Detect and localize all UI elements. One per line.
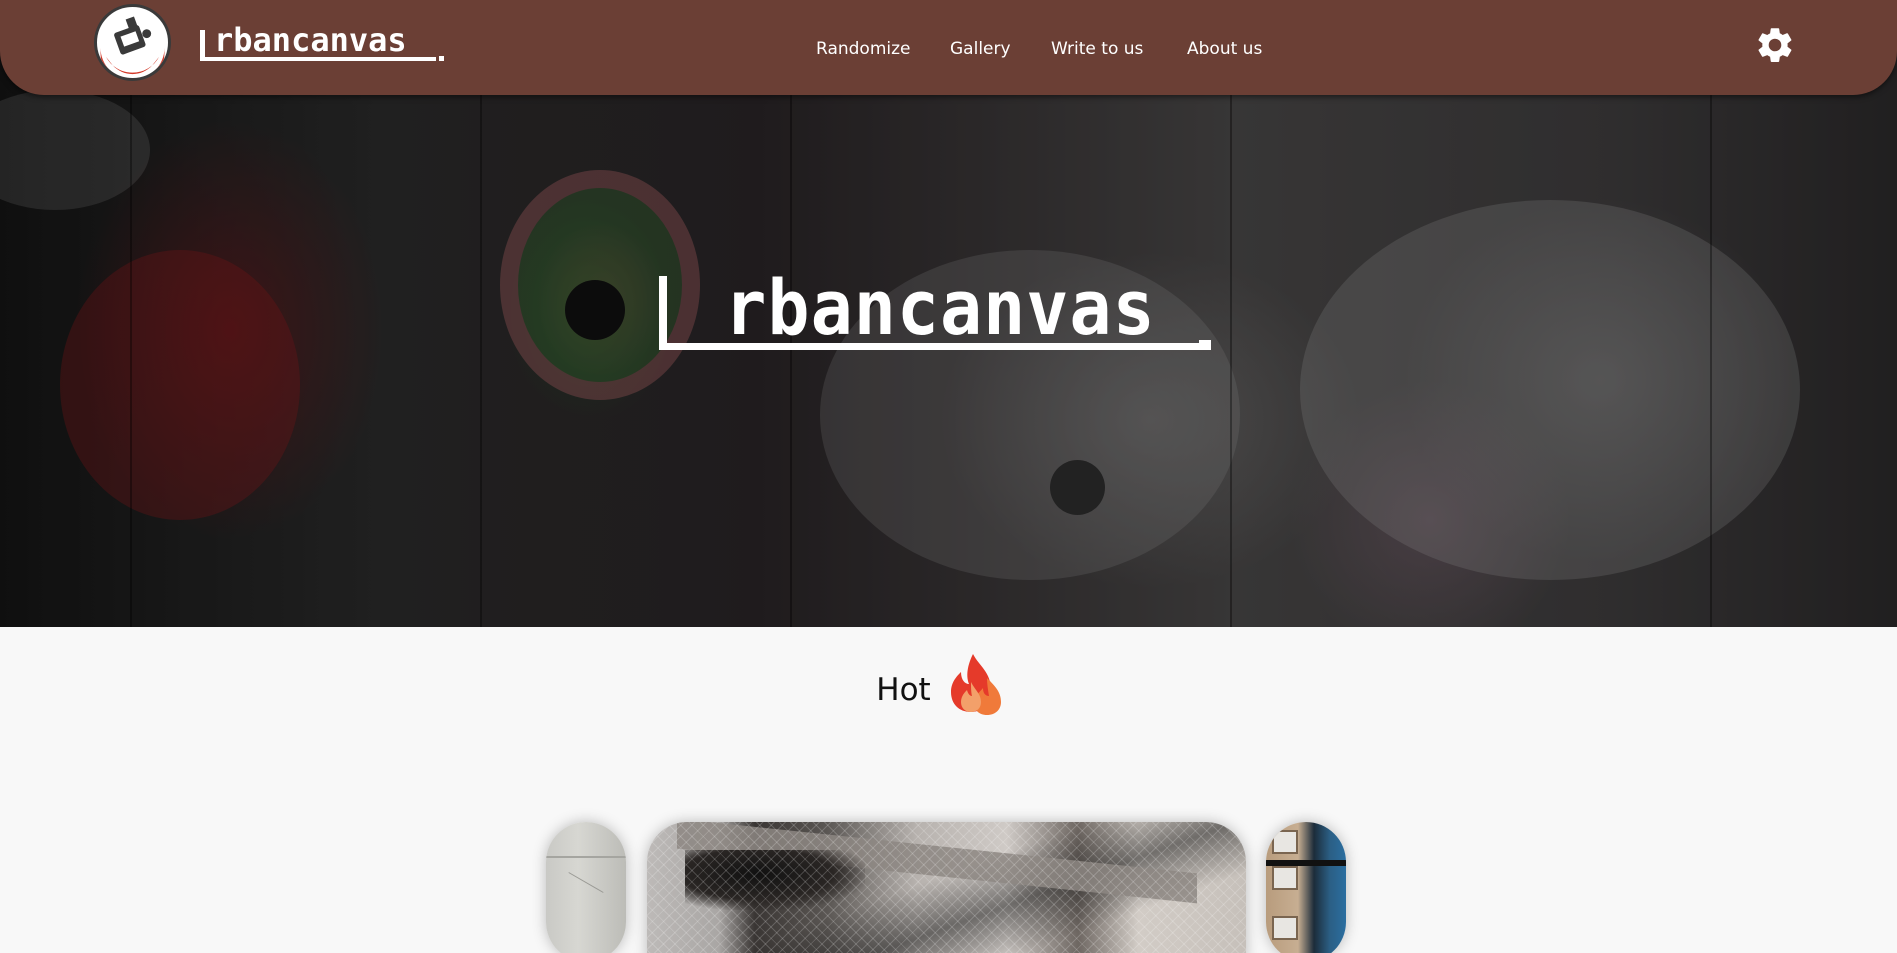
nav-randomize[interactable]: Randomize — [816, 37, 911, 61]
main-nav: Randomize Gallery Write to us About us — [0, 37, 1897, 61]
building-window — [1272, 866, 1298, 890]
nav-gallery[interactable]: Gallery — [950, 37, 1011, 61]
nav-about-us[interactable]: About us — [1187, 37, 1262, 61]
wall-crack — [546, 856, 626, 858]
fire-icon — [950, 654, 1001, 715]
awning — [1266, 860, 1346, 866]
hero-title-text: rbancanvas — [724, 263, 1156, 353]
building-window — [1272, 916, 1298, 940]
hot-heading: Hot — [876, 672, 931, 708]
building-window — [1272, 830, 1298, 854]
navbar: rbancanvas Randomize Gallery Write to us… — [0, 0, 1897, 95]
safety-net — [647, 822, 1246, 953]
carousel-card-previous[interactable] — [546, 822, 626, 953]
hot-section: Hot — [0, 654, 1897, 720]
title-dot — [1199, 340, 1211, 350]
nav-write-to-us[interactable]: Write to us — [1051, 37, 1143, 61]
title-u-bar — [659, 276, 667, 350]
title-underline — [659, 343, 1203, 350]
carousel-card-current[interactable] — [647, 822, 1246, 953]
wall-crack — [568, 872, 604, 893]
gear-icon[interactable] — [1754, 24, 1796, 66]
hero-title: rbancanvas — [655, 262, 1225, 354]
carousel-card-next[interactable] — [1266, 822, 1346, 953]
